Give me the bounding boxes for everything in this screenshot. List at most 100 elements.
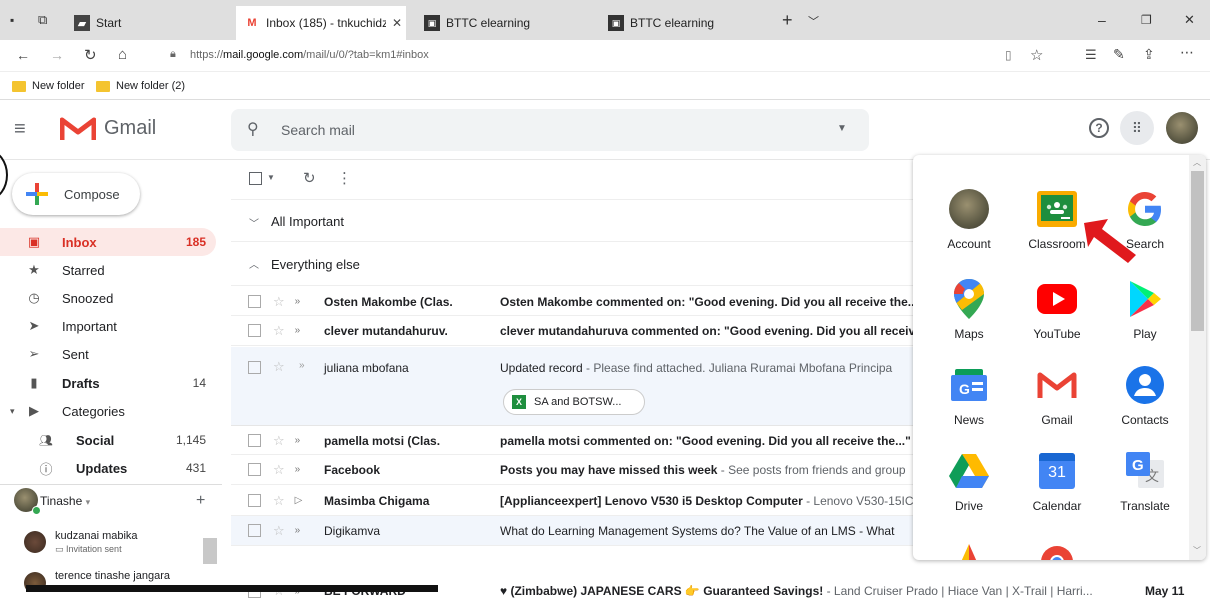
star-icon[interactable]: ☆ <box>273 523 285 539</box>
app-play[interactable]: Play <box>1102 279 1188 341</box>
row-checkbox[interactable] <box>248 524 261 537</box>
sidebar-item-starred[interactable]: ★ Starred <box>0 256 216 284</box>
apps-scrollbar[interactable]: ︿ ﹀ <box>1189 155 1206 560</box>
app-news[interactable]: G News <box>926 365 1012 427</box>
bookmark-folder[interactable]: New folder <box>12 80 85 92</box>
reading-view-icon[interactable]: ▯ <box>1005 48 1012 62</box>
app-gmail[interactable]: Gmail <box>1014 365 1100 427</box>
contact-name[interactable]: kudzanai mabika <box>55 530 138 542</box>
row-checkbox[interactable] <box>248 434 261 447</box>
search-bar[interactable]: ⚲ Search mail ▼ <box>231 109 869 151</box>
sidebar-item-social[interactable]: 👥︎ Social 1,145 <box>0 426 216 454</box>
expand-arrow-icon[interactable]: ▾ <box>10 406 15 417</box>
share-icon[interactable]: ⇪ <box>1143 46 1155 63</box>
forward-icon[interactable]: → <box>50 47 64 63</box>
important-marker-icon[interactable]: » <box>295 325 301 336</box>
row-checkbox[interactable] <box>248 361 261 374</box>
url-field[interactable]: 🔒︎ https://mail.google.com/mail/u/0/?tab… <box>160 44 1060 68</box>
attachment-chip[interactable]: X SA and BOTSW... <box>503 389 645 415</box>
row-checkbox[interactable] <box>248 324 261 337</box>
star-icon[interactable]: ☆ <box>273 462 285 478</box>
main-menu-icon[interactable]: ≡ <box>14 118 26 141</box>
more-icon[interactable]: ⋯ <box>1180 44 1194 61</box>
refresh-icon[interactable]: ↻ <box>84 46 97 64</box>
gmail-logo[interactable]: Gmail <box>60 114 156 142</box>
important-marker-icon[interactable]: » <box>295 435 301 446</box>
table-row[interactable]: ☆ » juliana mbofana Updated record - Ple… <box>231 347 921 426</box>
app-translate[interactable]: 文 G Translate <box>1102 451 1188 513</box>
app-calendar[interactable]: 31 Calendar <box>1014 451 1100 513</box>
app-maps[interactable]: Maps <box>926 279 1012 341</box>
favorite-star-icon[interactable]: ☆ <box>1030 46 1043 64</box>
star-icon[interactable]: ☆ <box>273 493 285 509</box>
app-contacts[interactable]: Contacts <box>1102 365 1188 427</box>
close-tab-icon[interactable]: ✕ <box>392 16 402 30</box>
tab-start[interactable]: ▰ Start <box>66 6 226 40</box>
pen-icon[interactable]: ✎ <box>1113 46 1125 63</box>
sidebar-item-snoozed[interactable]: ◷ Snoozed <box>0 284 216 312</box>
new-tab-icon[interactable]: + <box>782 10 793 31</box>
minimize-icon[interactable]: – <box>1098 12 1106 28</box>
scrollbar-thumb[interactable] <box>1191 171 1204 331</box>
sidebar-item-inbox[interactable]: ▣ Inbox 185 <box>0 228 216 256</box>
back-icon[interactable]: ← <box>16 47 30 63</box>
row-checkbox[interactable] <box>248 295 261 308</box>
chrome-icon[interactable] <box>1037 540 1077 560</box>
important-marker-icon[interactable]: » <box>299 360 305 371</box>
section-all-important[interactable]: ﹀ All Important <box>231 200 921 242</box>
star-icon[interactable]: ☆ <box>273 323 285 339</box>
table-row[interactable]: ☆ » Osten Makombe (Clas. Osten Makombe c… <box>231 288 921 316</box>
table-row[interactable]: ☆ » pamella motsi (Clas. pamella motsi c… <box>231 427 921 455</box>
set-aside-tabs-icon[interactable]: ⧉ <box>38 12 47 28</box>
select-dropdown-icon[interactable]: ▼ <box>267 173 275 182</box>
compose-button[interactable]: Compose <box>12 173 140 215</box>
bookmark-folder[interactable]: New folder (2) <box>96 80 185 92</box>
star-icon[interactable]: ☆ <box>273 294 285 310</box>
scroll-up-icon[interactable]: ︿ <box>1193 157 1201 168</box>
photos-icon[interactable] <box>949 540 989 560</box>
sidebar-item-important[interactable]: ➤ Important <box>0 312 216 340</box>
scrollbar-thumb[interactable] <box>203 538 217 564</box>
table-row[interactable]: ☆ » Facebook Posts you may have missed t… <box>231 455 921 485</box>
hangouts-user[interactable]: Tinashe ▾ <box>40 494 90 508</box>
table-row[interactable]: ☆ ▷ Masimba Chigama [Applianceexpert] Le… <box>231 486 921 516</box>
important-marker-icon[interactable]: ▷ <box>295 495 303 506</box>
important-marker-icon[interactable]: » <box>295 296 301 307</box>
tab-bttc-2[interactable]: ▣ BTTC elearning <box>600 6 770 40</box>
favorites-hub-icon[interactable]: ☰ <box>1085 47 1097 63</box>
home-icon[interactable]: ⌂ <box>118 46 127 63</box>
tab-actions-icon[interactable]: ▪ <box>10 13 14 27</box>
star-icon[interactable]: ☆ <box>273 359 285 375</box>
scroll-down-icon[interactable]: ﹀ <box>1193 545 1201 556</box>
help-icon[interactable]: ? <box>1089 118 1109 138</box>
section-everything-else[interactable]: ︿ Everything else <box>231 242 921 286</box>
app-youtube[interactable]: YouTube <box>1014 279 1100 341</box>
sidebar-item-sent[interactable]: ➢ Sent <box>0 340 216 368</box>
close-window-icon[interactable]: ✕ <box>1184 12 1195 28</box>
refresh-icon[interactable]: ↻ <box>303 169 316 187</box>
more-options-icon[interactable]: ⋮ <box>337 169 352 187</box>
sidebar-item-categories[interactable]: ▾ ▶ Categories <box>0 397 216 425</box>
contact-name[interactable]: terence tinashe jangara <box>55 570 170 582</box>
table-row[interactable]: ☆ » Digikamva What do Learning Managemen… <box>231 516 921 546</box>
search-input[interactable]: Search mail <box>281 122 355 138</box>
sidebar-item-drafts[interactable]: ▮ Drafts 14 <box>0 369 216 397</box>
avatar[interactable] <box>1166 112 1198 144</box>
app-account[interactable]: Account <box>926 189 1012 251</box>
tab-inbox[interactable]: M Inbox (185) - tnkuchidz ✕ <box>236 6 406 40</box>
app-drive[interactable]: Drive <box>926 451 1012 513</box>
search-icon[interactable]: ⚲ <box>247 119 259 139</box>
important-marker-icon[interactable]: » <box>295 525 301 536</box>
important-marker-icon[interactable]: » <box>295 464 301 475</box>
star-icon[interactable]: ☆ <box>273 433 285 449</box>
search-options-icon[interactable]: ▼ <box>837 123 847 134</box>
row-checkbox[interactable] <box>248 494 261 507</box>
table-row[interactable]: ☆ » clever mutandahuruv. clever mutandah… <box>231 316 921 346</box>
sidebar-item-updates[interactable]: ⓘ Updates 431 <box>0 454 216 482</box>
select-all-checkbox[interactable] <box>249 172 262 185</box>
google-apps-icon[interactable]: ⠿ <box>1120 111 1154 145</box>
tab-bttc-1[interactable]: ▣ BTTC elearning <box>416 6 594 40</box>
maximize-icon[interactable]: ❐ <box>1141 13 1152 27</box>
tab-preview-chevron-icon[interactable]: ﹀ <box>808 13 819 29</box>
new-conversation-icon[interactable]: + <box>196 492 205 510</box>
